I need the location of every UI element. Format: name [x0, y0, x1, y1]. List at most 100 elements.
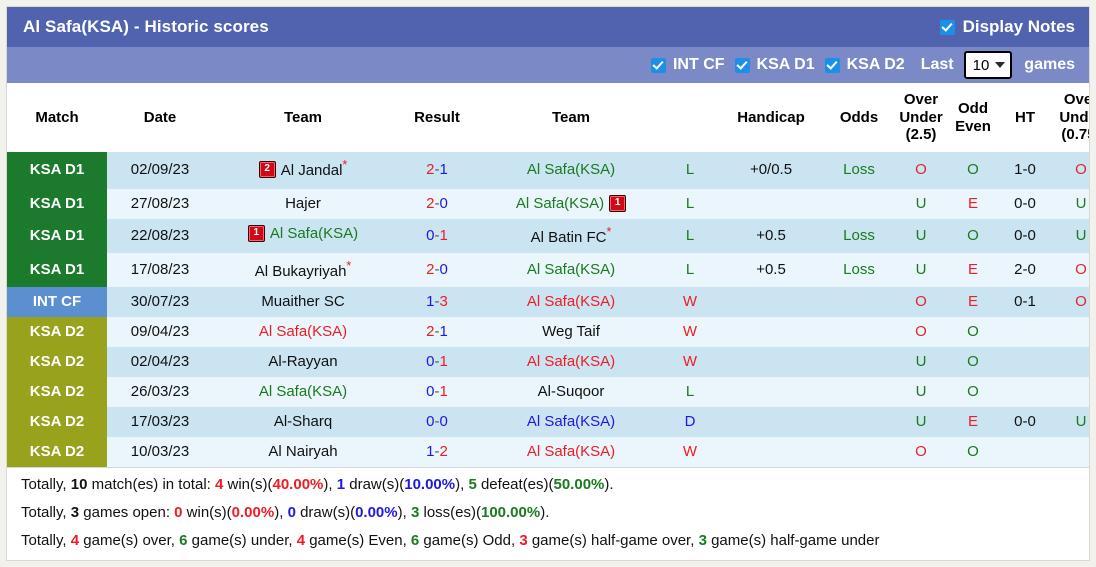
cell-team-away[interactable]: Al Batin FC* — [481, 218, 661, 254]
filter-int-cf[interactable]: INT CF — [650, 56, 725, 74]
cell-team-away[interactable]: Weg Taif — [481, 317, 661, 348]
cell-team-home[interactable]: 1 Al Safa(KSA) — [213, 218, 393, 254]
cell-team-home[interactable]: Al-Rayyan — [213, 347, 393, 378]
result-away-score: 1 — [439, 323, 448, 341]
filter-ksa-d1[interactable]: KSA D1 — [734, 56, 815, 74]
header-ht[interactable]: HT — [999, 83, 1051, 153]
cell-half-time: 1-0 — [999, 152, 1051, 189]
summary-line-total: Totally, 10 match(es) in total: 4 win(s)… — [21, 476, 1075, 495]
ksa-d1-label: KSA D1 — [756, 56, 815, 73]
team-name: Al Safa(KSA) — [258, 383, 348, 401]
header-odd-even[interactable]: Odd Even — [947, 83, 999, 153]
cell-team-away[interactable]: Al Safa(KSA) — [481, 152, 661, 189]
table-row[interactable]: KSA D2 10/03/23 Al Nairyah 1-2 Al Safa(KSA) W… — [7, 437, 1089, 468]
header-over-under-25[interactable]: Over Under (2.5) — [895, 83, 947, 153]
header-date[interactable]: Date — [107, 83, 213, 153]
result-away-score: 2 — [439, 443, 448, 461]
header-match[interactable]: Match — [7, 83, 107, 153]
table-row[interactable]: KSA D1 17/08/23 Al Bukayriyah* 2-0 Al Safa(K… — [7, 253, 1089, 288]
cell-odd-even: E — [947, 253, 999, 288]
cell-team-home[interactable]: Al-Sharq — [213, 407, 393, 438]
result-away-score: 1 — [439, 161, 448, 179]
cell-team-away[interactable]: Al Safa(KSA) 1 — [481, 188, 661, 219]
cell-team-away[interactable]: Al Safa(KSA) — [481, 347, 661, 378]
header-result[interactable]: Result — [393, 83, 481, 153]
cell-team-home[interactable]: Al Safa(KSA) — [213, 377, 393, 408]
cell-team-away[interactable]: Al Safa(KSA) — [481, 287, 661, 318]
table-row[interactable]: KSA D1 22/08/23 1 Al Safa(KSA) 0-1 Al Batin F… — [7, 218, 1089, 254]
cell-team-away[interactable]: Al Safa(KSA) — [481, 253, 661, 288]
cell-result[interactable]: 0-0 — [393, 407, 481, 438]
cell-team-away[interactable]: Al Safa(KSA) — [481, 407, 661, 438]
cell-result[interactable]: 0-1 — [393, 377, 481, 408]
table-row[interactable]: KSA D2 09/04/23 Al Safa(KSA) 2-1 Weg Taif W O O — [7, 317, 1089, 348]
cell-league-badge[interactable]: KSA D1 — [7, 253, 107, 288]
cell-result[interactable]: 0-1 — [393, 218, 481, 254]
games-count-select[interactable]: 10 — [963, 51, 1013, 79]
table-row[interactable]: KSA D2 17/03/23 Al-Sharq 0-0 Al Safa(KSA) D U E… — [7, 407, 1089, 438]
result-home-score: 0 — [426, 383, 435, 401]
cell-league-badge[interactable]: KSA D1 — [7, 218, 107, 254]
cell-team-home[interactable]: Hajer — [213, 188, 393, 219]
table-row[interactable]: INT CF 30/07/23 Muaither SC 1-3 Al Safa(KSA)… — [7, 287, 1089, 318]
result-away-score: 0 — [439, 261, 448, 279]
summary-open-seg-8: draw(s)( — [295, 503, 356, 521]
cell-result[interactable]: 2-0 — [393, 253, 481, 288]
result-away-score: 1 — [439, 226, 448, 244]
cell-date: 02/04/23 — [107, 347, 213, 378]
display-notes-checkbox[interactable] — [939, 19, 955, 35]
cell-league-badge[interactable]: KSA D2 — [7, 437, 107, 468]
cell-team-away[interactable]: Al Safa(KSA) — [481, 437, 661, 468]
cell-result[interactable]: 2-1 — [393, 317, 481, 348]
table-row[interactable]: KSA D2 26/03/23 Al Safa(KSA) 0-1 Al-Suqoor L U… — [7, 377, 1089, 408]
cell-team-home[interactable]: Muaither SC — [213, 287, 393, 318]
cell-date: 27/08/23 — [107, 188, 213, 219]
cell-result[interactable]: 1-2 — [393, 437, 481, 468]
cell-team-away[interactable]: Al-Suqoor — [481, 377, 661, 408]
cell-league-badge[interactable]: INT CF — [7, 287, 107, 318]
table-row[interactable]: KSA D1 27/08/23 Hajer 2-0 Al Safa(KSA) 1 L U E 0-… — [7, 188, 1089, 219]
cell-team-home[interactable]: Al Safa(KSA) — [213, 317, 393, 348]
result-home-score: 1 — [426, 293, 435, 311]
cell-team-home[interactable]: 2 Al Jandal* — [213, 152, 393, 189]
cell-half-time: 0-0 — [999, 407, 1051, 438]
cell-result[interactable]: 2-1 — [393, 152, 481, 189]
cell-handicap: +0.5 — [719, 218, 823, 254]
table-body: KSA D1 02/09/23 2 Al Jandal* 2-1 Al Safa(KSA)… — [7, 152, 1089, 468]
cell-result[interactable]: 2-0 — [393, 188, 481, 219]
ksa-d2-checkbox[interactable] — [824, 57, 840, 73]
header-team-away[interactable]: Team — [481, 83, 661, 153]
cell-over-under-075 — [1051, 347, 1089, 378]
cell-half-time — [999, 317, 1051, 348]
cell-league-badge[interactable]: KSA D2 — [7, 347, 107, 378]
cell-handicap — [719, 437, 823, 468]
cell-team-home[interactable]: Al Bukayriyah* — [213, 253, 393, 288]
team-name: Al-Rayyan — [268, 353, 338, 371]
league-filter-bar: INT CF KSA D1 KSA D2 Last 10 games — [7, 47, 1089, 83]
cell-league-badge[interactable]: KSA D2 — [7, 317, 107, 348]
team-name-wrap: Al Safa(KSA) — [527, 353, 615, 371]
cell-league-badge[interactable]: KSA D2 — [7, 377, 107, 408]
ksa-d1-checkbox[interactable] — [734, 57, 750, 73]
header-odds[interactable]: Odds — [823, 83, 895, 153]
header-team-home[interactable]: Team — [213, 83, 393, 153]
display-notes-control[interactable]: Display Notes — [939, 17, 1075, 37]
table-row[interactable]: KSA D1 02/09/23 2 Al Jandal* 2-1 Al Safa(KSA)… — [7, 152, 1089, 189]
cell-league-badge[interactable]: KSA D1 — [7, 188, 107, 219]
header-over-under-075[interactable]: Over Under (0.75) — [1051, 83, 1089, 153]
result-home-score: 2 — [426, 323, 435, 341]
cell-league-badge[interactable]: KSA D2 — [7, 407, 107, 438]
cell-result[interactable]: 1-3 — [393, 287, 481, 318]
cell-over-under-075: O — [1051, 152, 1089, 189]
team-name-wrap: 1 Al Safa(KSA) — [247, 225, 358, 243]
header-ou25-line3: (2.5) — [905, 126, 937, 144]
int-cf-checkbox[interactable] — [650, 57, 666, 73]
summary-total-seg-7: 1 — [336, 476, 346, 494]
filter-ksa-d2[interactable]: KSA D2 — [824, 56, 905, 74]
cell-result[interactable]: 0-1 — [393, 347, 481, 378]
cell-handicap: +0/0.5 — [719, 152, 823, 189]
header-handicap[interactable]: Handicap — [719, 83, 823, 153]
cell-league-badge[interactable]: KSA D1 — [7, 152, 107, 189]
cell-team-home[interactable]: Al Nairyah — [213, 437, 393, 468]
table-row[interactable]: KSA D2 02/04/23 Al-Rayyan 0-1 Al Safa(KSA) W U… — [7, 347, 1089, 378]
